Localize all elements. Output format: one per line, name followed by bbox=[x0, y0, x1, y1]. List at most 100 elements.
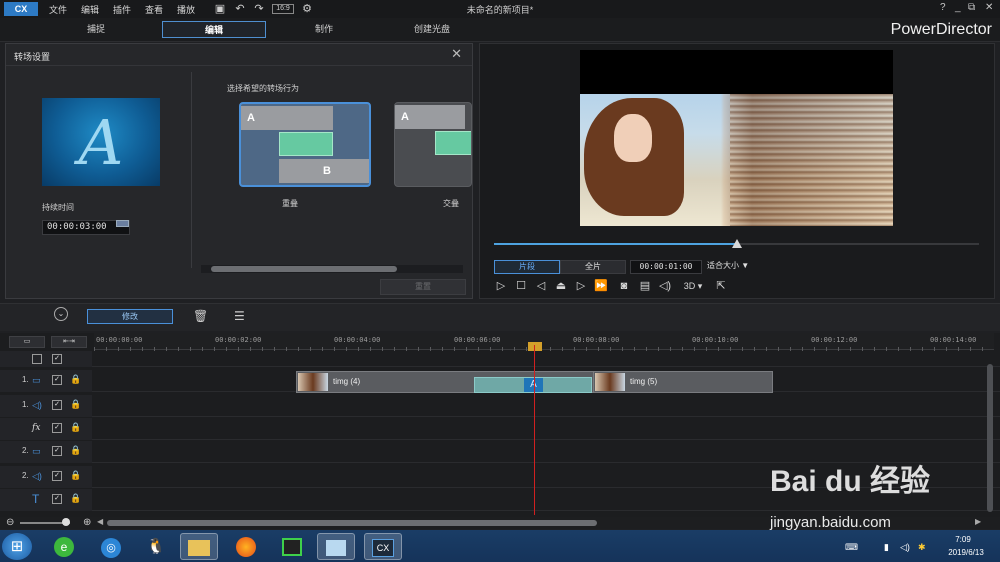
ruler-label: 00:00:12:00 bbox=[811, 336, 858, 344]
network-icon[interactable]: ✱ bbox=[918, 542, 926, 553]
track-enable-checkbox[interactable]: ✓ bbox=[52, 400, 62, 410]
track-enable-checkbox[interactable]: ✓ bbox=[52, 375, 62, 385]
ruler-label: 00:00:10:00 bbox=[692, 336, 739, 344]
volume-icon[interactable]: ◁) bbox=[900, 542, 910, 553]
cross-bar bbox=[435, 131, 471, 155]
powerdirector-taskbar-icon[interactable]: CX bbox=[364, 533, 402, 560]
title-bar: CX 文件 编辑 插件 查看 播放 ▣ ↶ ↷ 16:9 ⚙ 未命名的新项目* … bbox=[0, 0, 1000, 18]
firefox-taskbar-icon[interactable] bbox=[227, 533, 265, 560]
clip-mode-button[interactable]: 片段 bbox=[494, 260, 560, 274]
ruler-label: 00:00:14:00 bbox=[930, 336, 977, 344]
start-button[interactable]: ⊞ bbox=[2, 533, 32, 560]
browser-taskbar-icon[interactable]: e bbox=[45, 533, 83, 560]
video-editor-taskbar-icon[interactable] bbox=[273, 533, 311, 560]
enable-all-checkbox[interactable]: ✓ bbox=[52, 354, 62, 364]
track-enable-checkbox[interactable]: ✓ bbox=[52, 446, 62, 456]
reset-button[interactable]: 重置 bbox=[380, 279, 466, 295]
tab-edit[interactable]: 编辑 bbox=[162, 21, 266, 38]
tab-produce[interactable]: 制作 bbox=[272, 21, 376, 38]
lock-icon[interactable]: 🔒 bbox=[70, 399, 81, 410]
mode-bar: 捕捉 编辑 制作 创建光盘 PowerDirector bbox=[0, 18, 1000, 42]
qq-taskbar-icon[interactable]: 🐧 bbox=[137, 533, 175, 560]
clock-date[interactable]: 2019/6/13 bbox=[938, 548, 994, 557]
minimize-icon[interactable]: _ bbox=[955, 2, 961, 13]
close-icon[interactable]: ✕ bbox=[985, 2, 993, 13]
split-icon[interactable]: ⏏ bbox=[554, 279, 568, 293]
trash-icon[interactable]: 🗑 bbox=[193, 309, 208, 323]
panel-header: 转场设置 ✕ bbox=[6, 44, 472, 66]
subtitle-icon[interactable]: ▤ bbox=[638, 279, 652, 293]
previous-frame-icon[interactable]: ◁ bbox=[534, 279, 548, 293]
baidu-watermark: Bai du 经验 jingyan.baidu.com bbox=[770, 456, 990, 536]
ruler-label: 00:00:00:00 bbox=[96, 336, 143, 344]
transition-preview-thumbnail: A bbox=[42, 98, 160, 186]
fit-size-select[interactable]: 适合大小 ▼ bbox=[704, 260, 764, 274]
zoom-knob[interactable] bbox=[62, 518, 70, 526]
restore-icon[interactable]: ⧉ bbox=[968, 2, 975, 13]
track-header: T ✓ 🔒 bbox=[0, 489, 92, 511]
help-icon[interactable]: ? bbox=[940, 2, 946, 13]
lock-icon[interactable]: 🔒 bbox=[70, 493, 81, 504]
modify-button[interactable]: 修改 bbox=[87, 309, 173, 324]
fast-forward-icon[interactable]: ⏩ bbox=[594, 279, 608, 293]
audio-track-icon: ◁) bbox=[32, 471, 42, 481]
volume-icon[interactable]: ◁) bbox=[658, 279, 672, 293]
clip-label: timg (5) bbox=[630, 377, 658, 386]
track-header: ✓ bbox=[0, 351, 92, 367]
horizontal-scrollbar[interactable] bbox=[107, 520, 597, 526]
track-enable-checkbox[interactable]: ✓ bbox=[52, 494, 62, 504]
notes-taskbar-icon[interactable] bbox=[317, 533, 355, 560]
timeline-clip[interactable]: timg (5) bbox=[593, 371, 773, 393]
duration-spinner[interactable] bbox=[116, 220, 129, 227]
battery-icon[interactable]: ▮ bbox=[884, 542, 889, 553]
document-title: 未命名的新项目* bbox=[466, 5, 534, 15]
explorer-taskbar-icon[interactable] bbox=[180, 533, 218, 560]
title-track-icon: T bbox=[32, 492, 40, 506]
video-track-icon: ▭ bbox=[32, 375, 41, 385]
tab-create-disc[interactable]: 创建光盘 bbox=[380, 21, 484, 38]
chevron-down-icon[interactable]: ⌄ bbox=[54, 307, 68, 321]
track-row: 1. ◁) ✓ 🔒 bbox=[0, 395, 1000, 417]
playback-knob[interactable] bbox=[731, 239, 742, 248]
track-header: 2. ▭ ✓ 🔒 bbox=[0, 441, 92, 463]
list-icon[interactable]: ☰ bbox=[234, 309, 245, 323]
track-enable-checkbox[interactable]: ✓ bbox=[52, 471, 62, 481]
clock-time[interactable]: 7:09 bbox=[938, 535, 988, 544]
track-enable-checkbox[interactable]: ✓ bbox=[52, 423, 62, 433]
keyboard-icon[interactable]: ⌨ bbox=[845, 542, 858, 553]
snapshot-icon[interactable]: ◙ bbox=[617, 279, 631, 293]
timecode-field[interactable]: 00:00:01:00 bbox=[630, 260, 702, 274]
movie-mode-button[interactable]: 全片 bbox=[560, 260, 626, 274]
behavior-overlap-card[interactable]: A B bbox=[239, 102, 371, 187]
lock-icon[interactable]: 🔒 bbox=[70, 445, 81, 456]
scroll-left-icon[interactable]: ◀ bbox=[97, 517, 103, 526]
media-taskbar-icon[interactable]: ◎ bbox=[92, 533, 130, 560]
powerdirector-app: CX 文件 编辑 插件 查看 播放 ▣ ↶ ↷ 16:9 ⚙ 未命名的新项目* … bbox=[0, 0, 1000, 562]
duration-label: 持续时间 bbox=[42, 203, 74, 212]
track-header: fx ✓ 🔒 bbox=[0, 418, 92, 440]
clip-thumbnail bbox=[298, 373, 328, 391]
close-icon[interactable]: ✕ bbox=[451, 46, 462, 62]
fit-timeline-button[interactable]: ▭ bbox=[9, 336, 45, 348]
lock-icon[interactable]: 🔒 bbox=[70, 422, 81, 433]
lock-icon[interactable]: 🔒 bbox=[70, 374, 81, 385]
behavior-scroll-thumb[interactable] bbox=[211, 266, 397, 272]
video-subject-face bbox=[614, 114, 652, 162]
track-number: 2. bbox=[22, 471, 29, 480]
select-all-checkbox[interactable] bbox=[32, 354, 42, 364]
stop-icon[interactable]: ☐ bbox=[514, 279, 528, 293]
clip-thumbnail bbox=[595, 373, 625, 391]
behavior-cross-card[interactable]: A bbox=[394, 102, 472, 187]
playhead-handle[interactable] bbox=[528, 342, 542, 351]
undock-icon[interactable]: ⇱ bbox=[714, 279, 728, 293]
chevron-down-icon: ▼ bbox=[741, 261, 750, 270]
lock-icon[interactable]: 🔒 bbox=[70, 470, 81, 481]
zoom-in-icon[interactable]: ⊕ bbox=[83, 517, 91, 528]
tab-capture[interactable]: 捕捉 bbox=[36, 21, 156, 38]
zoom-out-icon[interactable]: ⊖ bbox=[6, 517, 14, 528]
next-frame-icon[interactable]: ▷ bbox=[574, 279, 588, 293]
zoom-fit-button[interactable]: ⇤⇥ bbox=[51, 336, 87, 348]
three-d-toggle[interactable]: 3D ▾ bbox=[680, 279, 706, 293]
play-icon[interactable]: ▷ bbox=[494, 279, 508, 293]
track-header: 2. ◁) ✓ 🔒 bbox=[0, 466, 92, 488]
